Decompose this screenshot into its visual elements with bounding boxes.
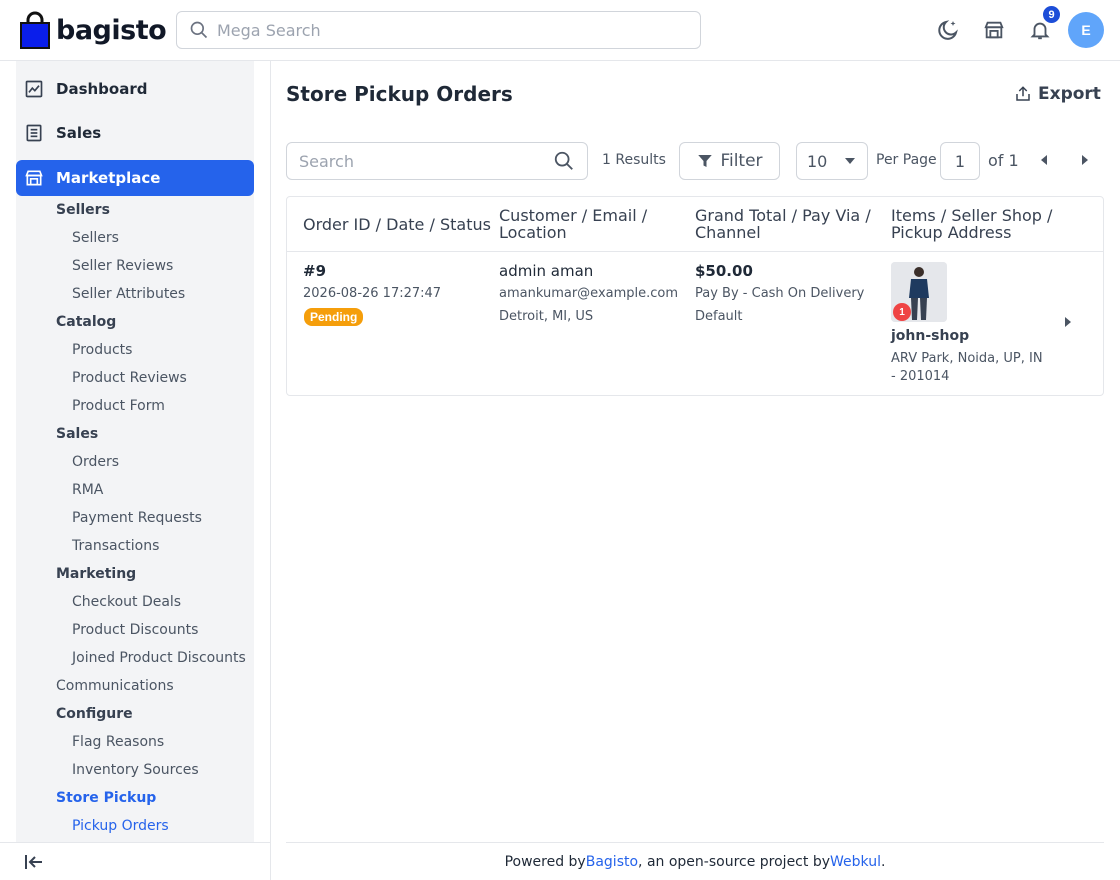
next-page-button[interactable] bbox=[1077, 152, 1093, 168]
per-page-select[interactable]: 10 bbox=[796, 142, 868, 180]
page-total: of 1 bbox=[988, 151, 1019, 170]
mega-search[interactable] bbox=[176, 11, 701, 49]
export-icon bbox=[1016, 86, 1030, 101]
caret-left-icon bbox=[1041, 155, 1047, 165]
moon-icon bbox=[938, 20, 958, 40]
grand-total: $50.00 bbox=[695, 262, 753, 280]
caret-down-icon bbox=[845, 158, 855, 164]
dark-mode-toggle[interactable] bbox=[932, 14, 964, 46]
sidebar-item-payment-requests[interactable]: Payment Requests bbox=[72, 510, 202, 526]
sidebar-item-inventory-sources[interactable]: Inventory Sources bbox=[72, 762, 199, 778]
sidebar-item-transactions[interactable]: Transactions bbox=[72, 538, 159, 554]
item-quantity-badge: 1 bbox=[893, 303, 911, 321]
page-footer: Powered by Bagisto , an open-source proj… bbox=[286, 842, 1104, 880]
sidebar-group-configure[interactable]: Configure bbox=[56, 706, 133, 722]
search-icon bbox=[190, 21, 208, 39]
sidebar-item-products[interactable]: Products bbox=[72, 342, 132, 358]
filter-label: Filter bbox=[720, 151, 763, 171]
sidebar-group-store-pickup[interactable]: Store Pickup bbox=[56, 790, 156, 806]
export-label: Export bbox=[1038, 84, 1101, 104]
seller-shop: john-shop bbox=[891, 328, 970, 344]
search-icon[interactable] bbox=[553, 150, 575, 172]
user-avatar[interactable]: E bbox=[1068, 12, 1104, 48]
footer-suffix: . bbox=[880, 853, 886, 870]
storefront-button[interactable] bbox=[978, 14, 1010, 46]
customer-name: admin aman bbox=[499, 262, 594, 280]
column-header-customer[interactable]: Customer / Email / Location bbox=[499, 207, 647, 241]
sidebar-item-dashboard[interactable]: Dashboard bbox=[16, 71, 254, 107]
sidebar-item-checkout-deals[interactable]: Checkout Deals bbox=[72, 594, 181, 610]
store-icon bbox=[24, 168, 44, 188]
dashboard-icon bbox=[24, 79, 44, 99]
sidebar-item-joined-product-discounts[interactable]: Joined Product Discounts bbox=[72, 650, 246, 666]
sidebar-item-product-form[interactable]: Product Form bbox=[72, 398, 165, 414]
sidebar-footer bbox=[0, 842, 270, 880]
sales-icon bbox=[24, 123, 44, 143]
collapse-sidebar-button[interactable] bbox=[24, 853, 44, 876]
filter-button[interactable]: Filter bbox=[679, 142, 780, 180]
pickup-address-line2: - 201014 bbox=[891, 369, 950, 384]
sidebar-group-catalog[interactable]: Catalog bbox=[56, 314, 116, 330]
sidebar-item-rma[interactable]: RMA bbox=[72, 482, 103, 498]
brand-name: bagisto bbox=[56, 14, 167, 46]
per-page-label: Per Page bbox=[876, 152, 937, 168]
store-icon bbox=[984, 21, 1004, 39]
prev-page-button[interactable] bbox=[1036, 152, 1052, 168]
table-search-input[interactable] bbox=[299, 151, 539, 171]
results-count: 1 Results bbox=[602, 152, 666, 168]
status-badge: Pending bbox=[304, 308, 364, 326]
sidebar-group-sales[interactable]: Sales bbox=[56, 426, 98, 442]
brand-logo[interactable]: bagisto bbox=[20, 10, 167, 50]
table-search[interactable] bbox=[286, 142, 588, 180]
customer-location: Detroit, MI, US bbox=[499, 309, 594, 324]
sidebar-item-label: Sales bbox=[56, 124, 102, 142]
collapse-icon bbox=[25, 855, 42, 869]
sidebar-item-orders[interactable]: Orders bbox=[72, 454, 119, 470]
orders-table: Order ID / Date / Status Customer / Emai… bbox=[286, 196, 1104, 396]
footer-middle: , an open-source project by bbox=[638, 853, 830, 870]
view-order-button[interactable] bbox=[1063, 315, 1075, 327]
page-number-input[interactable] bbox=[940, 142, 980, 180]
caret-right-icon bbox=[1082, 155, 1088, 165]
page-title: Store Pickup Orders bbox=[286, 82, 513, 106]
sidebar-group-sellers[interactable]: Sellers bbox=[56, 202, 110, 218]
column-header-order[interactable]: Order ID / Date / Status bbox=[303, 216, 491, 233]
order-date: 2026-08-26 17:27:47 bbox=[303, 286, 442, 301]
notification-count-badge: 9 bbox=[1041, 4, 1062, 25]
webkul-link[interactable]: Webkul bbox=[830, 854, 881, 870]
filter-icon bbox=[698, 155, 713, 167]
sidebar-item-label: Marketplace bbox=[56, 169, 161, 187]
channel: Default bbox=[695, 309, 743, 324]
sidebar-item-pickup-orders[interactable]: Pickup Orders bbox=[72, 818, 169, 834]
order-id: #9 bbox=[303, 262, 327, 280]
footer-prefix: Powered by bbox=[504, 853, 586, 870]
sidebar-item-seller-attributes[interactable]: Seller Attributes bbox=[72, 286, 185, 302]
sidebar-group-marketing[interactable]: Marketing bbox=[56, 566, 136, 582]
column-header-grand-total[interactable]: Grand Total / Pay Via / Channel bbox=[695, 207, 871, 241]
table-header: Order ID / Date / Status Customer / Emai… bbox=[287, 197, 1103, 252]
column-header-items[interactable]: Items / Seller Shop / Pickup Address bbox=[891, 207, 1052, 241]
caret-right-icon bbox=[1065, 317, 1071, 327]
mega-search-input[interactable] bbox=[217, 20, 677, 40]
bag-logo-icon bbox=[20, 11, 50, 49]
bagisto-link[interactable]: Bagisto bbox=[586, 854, 638, 870]
sidebar-item-label: Dashboard bbox=[56, 80, 148, 98]
sidebar-item-sellers[interactable]: Sellers bbox=[72, 230, 119, 246]
payment-method: Pay By - Cash On Delivery bbox=[695, 286, 865, 301]
sidebar-item-sales[interactable]: Sales bbox=[16, 115, 254, 151]
pickup-address-line1: ARV Park, Noida, UP, IN bbox=[891, 351, 1043, 366]
sidebar-item-seller-reviews[interactable]: Seller Reviews bbox=[72, 258, 173, 274]
sidebar-item-product-discounts[interactable]: Product Discounts bbox=[72, 622, 198, 638]
per-page-value: 10 bbox=[807, 151, 828, 171]
sidebar-item-marketplace[interactable]: Marketplace bbox=[16, 160, 254, 196]
sidebar-item-communications[interactable]: Communications bbox=[56, 678, 174, 694]
sidebar-item-flag-reasons[interactable]: Flag Reasons bbox=[72, 734, 164, 750]
sidebar-item-product-reviews[interactable]: Product Reviews bbox=[72, 370, 187, 386]
customer-email: amankumar@example.com bbox=[499, 286, 679, 301]
export-button[interactable]: Export bbox=[1014, 84, 1101, 104]
top-header: bagisto 9 E bbox=[0, 0, 1120, 61]
